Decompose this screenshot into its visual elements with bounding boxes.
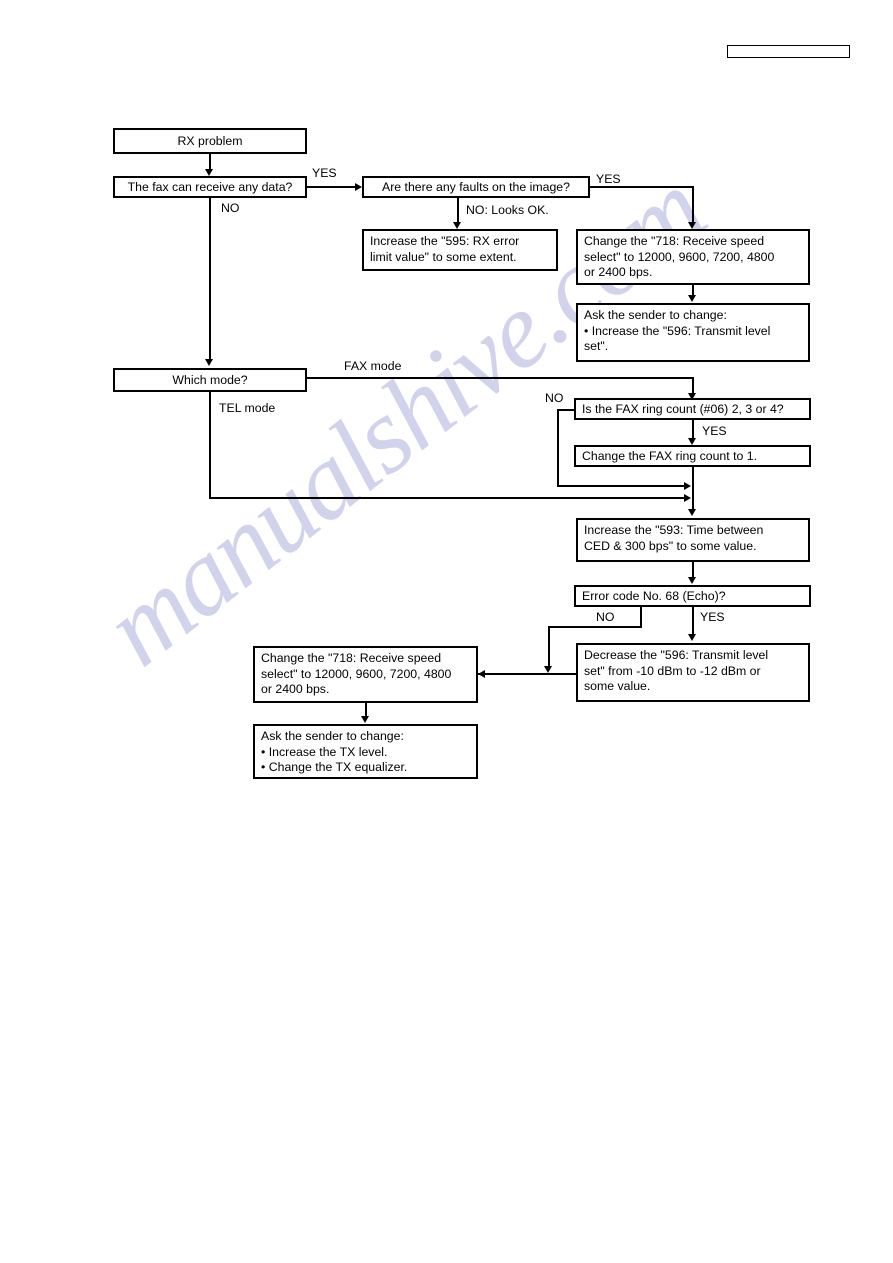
edge-faults-change718-arrow: [688, 222, 696, 229]
node-decrease-596: Decrease the "596: Transmit level set" f…: [576, 643, 810, 702]
edge-increase593-errorcode-arrow: [688, 577, 696, 584]
edge-label-ring-count-yes: YES: [702, 424, 727, 438]
edge-whichmode-ringcount-hline: [307, 377, 693, 379]
edge-label-ring-count-no: NO: [545, 391, 564, 405]
node-can-receive-any-data: The fax can receive any data?: [113, 176, 307, 198]
flowchart-canvas: RX problem The fax can receive any data?…: [0, 0, 893, 1263]
edge-spine-to-increase593-line: [692, 467, 694, 513]
edge-faults-increase595-line: [457, 198, 459, 224]
edge-whichmode-tel-arrow: [684, 494, 691, 502]
node-change-ring-count: Change the FAX ring count to 1.: [574, 445, 811, 467]
node-rx-problem: RX problem: [113, 128, 307, 154]
edge-ringcount-no-hline-top: [557, 409, 575, 411]
node-ask-sender-tx: Ask the sender to change: • Increase the…: [253, 724, 478, 779]
node-change-718-bottom: Change the "718: Receive speed select" t…: [253, 646, 478, 703]
edge-faults-change718-hline: [590, 186, 694, 188]
edge-errorcode-no-hline: [548, 626, 642, 628]
edge-errorcode-no-arrow: [544, 666, 552, 673]
edge-label-faults-yes: YES: [596, 172, 621, 186]
edge-label-faults-no: NO: Looks OK.: [466, 203, 549, 217]
edge-spine-to-increase593-arrow: [688, 509, 696, 516]
node-which-mode: Which mode?: [113, 368, 307, 392]
edge-decrease-change718-line: [478, 673, 576, 675]
edge-ringcount-no-hline-bot: [557, 485, 688, 487]
edge-ringcount-no-vline: [557, 409, 559, 486]
node-increase-595: Increase the "595: RX error limit value"…: [362, 229, 558, 271]
edge-canreceive-whichmode-line: [209, 198, 211, 360]
edge-errorcode-no-vline-a: [640, 607, 642, 627]
edge-label-can-receive-yes: YES: [312, 166, 337, 180]
edge-errorcode-decrease-line: [692, 607, 694, 637]
node-fax-ring-count-question: Is the FAX ring count (#06) 2, 3 or 4?: [574, 398, 811, 420]
edge-rxproblem-canreceive-arrow: [205, 169, 213, 176]
node-ask-sender-596: Ask the sender to change: • Increase the…: [576, 303, 810, 362]
edge-label-mode-tel: TEL mode: [219, 401, 276, 415]
edge-label-mode-fax: FAX mode: [344, 359, 402, 373]
flowchart-page: manualshive.com RX problem The fax can r…: [0, 0, 893, 1263]
edge-errorcode-no-vline-b: [548, 626, 550, 670]
edge-ringcount-no-arrow: [684, 482, 691, 490]
edge-change718bottom-asksendertx-arrow: [361, 716, 369, 723]
node-faults-on-image: Are there any faults on the image?: [362, 176, 590, 198]
node-change-718-top: Change the "718: Receive speed select" t…: [576, 229, 810, 285]
edge-canreceive-whichmode-arrow: [205, 359, 213, 366]
edge-errorcode-decrease-arrow: [688, 634, 696, 641]
edge-change718-asksender-arrow: [688, 295, 696, 302]
header-box: [727, 45, 850, 58]
edge-ringcount-change-arrow: [688, 438, 696, 445]
edge-faults-increase595-arrow: [453, 222, 461, 229]
edge-whichmode-tel-hline: [209, 497, 688, 499]
edge-label-error-yes: YES: [700, 610, 725, 624]
edge-faults-change718-vline: [692, 186, 694, 224]
node-increase-593: Increase the "593: Time between CED & 30…: [576, 518, 810, 562]
edge-decrease-change718-arrow: [478, 670, 485, 678]
node-error-code-68: Error code No. 68 (Echo)?: [574, 585, 811, 607]
edge-canreceive-faults-line: [307, 186, 357, 188]
edge-whichmode-tel-vline: [209, 392, 211, 498]
edge-label-error-no: NO: [596, 610, 615, 624]
edge-label-can-receive-no: NO: [221, 201, 240, 215]
edge-canreceive-faults-arrow: [355, 183, 362, 191]
